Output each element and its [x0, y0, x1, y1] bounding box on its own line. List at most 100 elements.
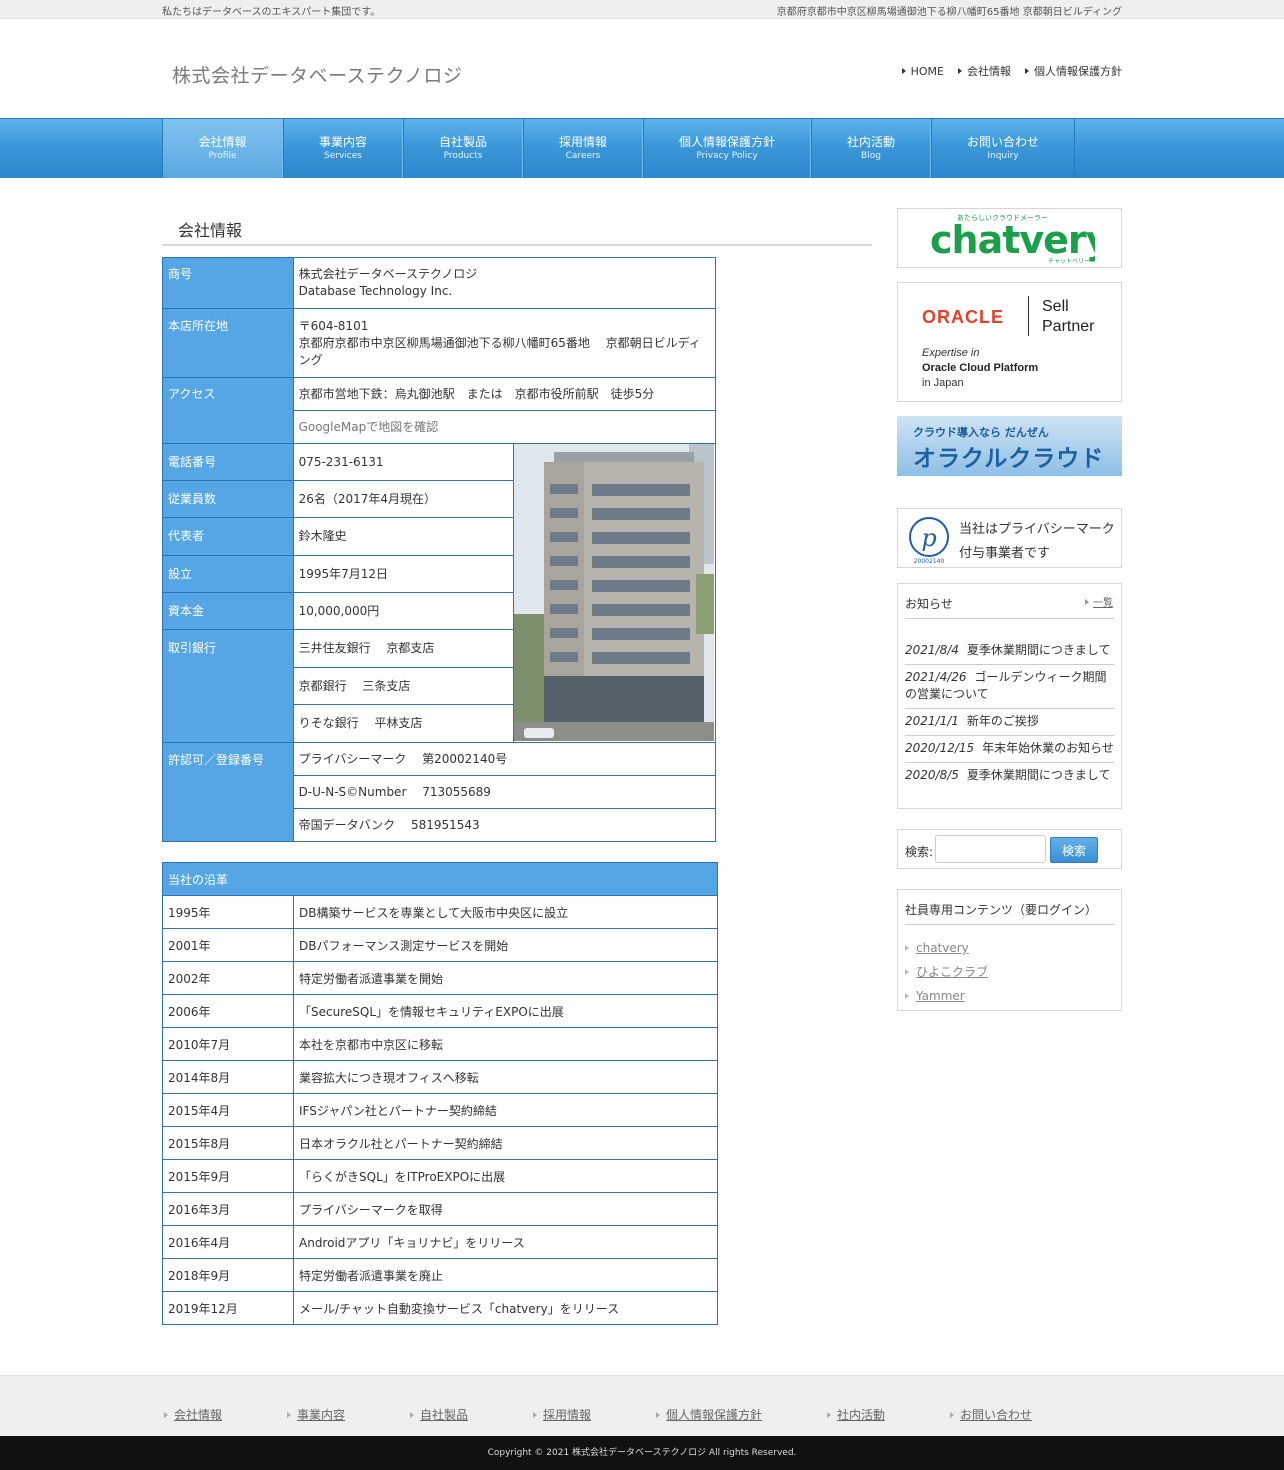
top-address: 京都府京都市中京区柳馬場通御池下る柳八幡町65番地 京都朝日ビルディング [776, 7, 1122, 18]
gnav-services[interactable]: 事業内容 Services [283, 119, 403, 178]
news-item[interactable]: 2020/12/15 年末年始休業のお知らせ [905, 736, 1114, 763]
news-item[interactable]: 2021/8/4 夏季休業期間につきまして [905, 638, 1114, 665]
info-value-license-1: プライバシーマーク 第20002140号 [292, 742, 717, 776]
table-row: 許認可／登録番号 プライバシーマーク 第20002140号 [162, 742, 717, 842]
info-value-phone: 075-231-6131 [292, 443, 514, 481]
news-date: 2020/12/15 [905, 741, 975, 755]
search-widget: 検索: 検索 [897, 829, 1122, 869]
header-nav-profile[interactable]: 会社情報 [958, 63, 1011, 79]
news-item[interactable]: 2021/1/1 新年のご挨拶 [905, 709, 1114, 736]
arrow-right-icon [410, 1411, 414, 1418]
info-label-phone: 電話番号 [162, 443, 294, 481]
top-bar: 私たちはデータベースのエキスパート集団です。 京都府京都市中京区柳馬場通御池下る… [0, 0, 1284, 19]
info-label-access: アクセス [162, 377, 294, 444]
footer-link-profile[interactable]: 会社情報 [164, 1406, 222, 1423]
footer-link-inquiry[interactable]: お問い合わせ [950, 1406, 1032, 1423]
oracle-cloud-banner[interactable]: クラウド導入なら だんぜん オラクルクラウド [897, 416, 1122, 476]
gnav-profile[interactable]: 会社情報 Profile [162, 119, 283, 178]
footer-link-services[interactable]: 事業内容 [287, 1406, 345, 1423]
svg-text:chatvery: chatvery [930, 218, 1095, 262]
arrow-right-icon [1025, 68, 1029, 74]
member-link-yammer[interactable]: Yammer [916, 984, 965, 1008]
arrow-right-icon [287, 1411, 291, 1418]
footer-nav: 会社情報 事業内容 自社製品 採用情報 個人情報保護方針 社内活動 お問い合わせ [0, 1375, 1284, 1436]
table-row: 2002年 特定労働者派遣事業を開始 [162, 961, 718, 995]
gnav-privacy[interactable]: 個人情報保護方針 Privacy Policy [643, 119, 811, 178]
footer-link-careers[interactable]: 採用情報 [533, 1406, 591, 1423]
news-date: 2021/4/26 [905, 670, 967, 684]
news-title: お知らせ [905, 595, 1114, 619]
search-button[interactable]: 検索 [1050, 837, 1098, 863]
info-value-founded: 1995年7月12日 [292, 555, 514, 593]
search-label: 検索: [905, 845, 934, 859]
history-event: DBパフォーマンス測定サービスを開始 [293, 928, 718, 962]
info-label-address: 本店所在地 [162, 308, 294, 378]
member-link-hiyoko[interactable]: ひよこクラブ [916, 960, 988, 984]
info-label-rep: 代表者 [162, 517, 294, 556]
info-label-bank: 取引銀行 [162, 629, 294, 743]
arrow-right-icon [905, 993, 909, 999]
arrow-right-icon [533, 1411, 537, 1418]
info-label-license: 許認可／登録番号 [162, 742, 294, 842]
info-value-access: 京都市営地下鉄：烏丸御池駅 または 京都市役所前駅 徒歩5分 [292, 377, 717, 411]
gnav-blog[interactable]: 社内活動 Blog [811, 119, 931, 178]
svg-text:20002140: 20002140 [914, 558, 945, 564]
gnav-careers[interactable]: 採用情報 Careers [523, 119, 643, 178]
arrow-right-icon [827, 1411, 831, 1418]
history-year: 2014年8月 [162, 1060, 294, 1094]
table-row: 2018年9月 特定労働者派遣事業を廃止 [162, 1258, 718, 1292]
history-event: 本社を京都市中京区に移転 [293, 1027, 718, 1061]
page-title: 会社情報 [162, 215, 872, 246]
news-widget: お知らせ 一覧 2021/8/4 夏季休業期間につきまして 2021/4/26 ゴール… [897, 583, 1122, 809]
header-nav-home[interactable]: HOME [901, 63, 944, 79]
arrow-right-icon [958, 68, 962, 74]
arrow-right-icon [901, 68, 906, 74]
oracle-partner-banner[interactable]: ORACLE Sell Partner Expertise in Oracle … [897, 282, 1122, 402]
info-value-capital: 10,000,000円 [292, 592, 514, 630]
history-year: 1995年 [162, 895, 294, 929]
footer-link-products[interactable]: 自社製品 [410, 1406, 468, 1423]
info-value-license-3: 帝国データバンク 581951543 [292, 808, 717, 842]
company-info-table: 商号 株式会社データベーステクノロジ Database Technology In… [162, 257, 717, 842]
arrow-right-icon [905, 945, 909, 951]
table-row: 商号 株式会社データベーステクノロジ Database Technology In… [162, 257, 717, 309]
history-event: Androidアプリ「キョリナビ」をリリース [293, 1225, 718, 1259]
header-nav-privacy[interactable]: 個人情報保護方針 [1025, 63, 1122, 79]
info-value-license-2: D-U-N-S©Number 713055689 [292, 775, 717, 809]
history-year: 2006年 [162, 994, 294, 1028]
copyright: Copyright © 2021 株式会社データベーステクノロジ All rig… [0, 1436, 1284, 1470]
header-nav: HOME 会社情報 個人情報保護方針 [901, 63, 1122, 79]
news-text: 年末年始休業のお知らせ [982, 741, 1114, 755]
gnav-inquiry[interactable]: お問い合わせ Inquiry [931, 119, 1075, 178]
chatvery-banner[interactable]: あたらしいクラウドメーラー chatvery チャットベリー [897, 208, 1122, 268]
table-row: 2016年4月 Androidアプリ「キョリナビ」をリリース [162, 1225, 718, 1259]
info-value-name: 株式会社データベーステクノロジ Database Technology Inc. [292, 257, 717, 309]
table-row: 2019年12月 メール/チャット自動変換サービス「chatvery」をリリース [162, 1291, 718, 1325]
history-year: 2015年9月 [162, 1159, 294, 1193]
gnav-products[interactable]: 自社製品 Products [403, 119, 523, 178]
news-item[interactable]: 2020/8/5 夏季休業期間につきまして [905, 763, 1114, 789]
footer-link-privacy[interactable]: 個人情報保護方針 [656, 1406, 762, 1423]
privacy-mark-banner[interactable]: p 20002140 当社はプライバシーマーク 付与事業者です [897, 508, 1122, 568]
list-item: chatvery [905, 936, 988, 960]
search-input[interactable] [935, 835, 1046, 863]
footer-link-blog[interactable]: 社内活動 [827, 1406, 885, 1423]
history-title: 当社の沿革 [162, 862, 718, 896]
history-year: 2015年4月 [162, 1093, 294, 1127]
history-event: 特定労働者派遣事業を廃止 [293, 1258, 718, 1292]
info-label-capital: 資本金 [162, 592, 294, 630]
arrow-right-icon [905, 969, 909, 975]
svg-text:p: p [921, 524, 936, 552]
member-widget: 社員専用コンテンツ（要ログイン） chatvery ひよこクラブ Yammer [897, 889, 1122, 1011]
news-text: 夏季休業期間につきまして [966, 768, 1111, 782]
site-logo[interactable]: 株式会社データベーステクノロジ [172, 61, 462, 88]
list-item: ひよこクラブ [905, 960, 988, 984]
news-item[interactable]: 2021/4/26 ゴールデンウィーク期間の営業について [905, 665, 1114, 709]
info-label-founded: 設立 [162, 555, 294, 593]
news-date: 2021/8/4 [905, 643, 959, 657]
tagline: 私たちはデータベースのエキスパート集団です。 [162, 7, 381, 18]
chatvery-logo: あたらしいクラウドメーラー chatvery チャットベリー [930, 214, 1095, 265]
member-link-chatvery[interactable]: chatvery [916, 936, 969, 960]
google-map-link[interactable]: GoogleMapで地図を確認 [292, 410, 717, 444]
news-more-link[interactable]: 一覧 [1085, 594, 1113, 609]
